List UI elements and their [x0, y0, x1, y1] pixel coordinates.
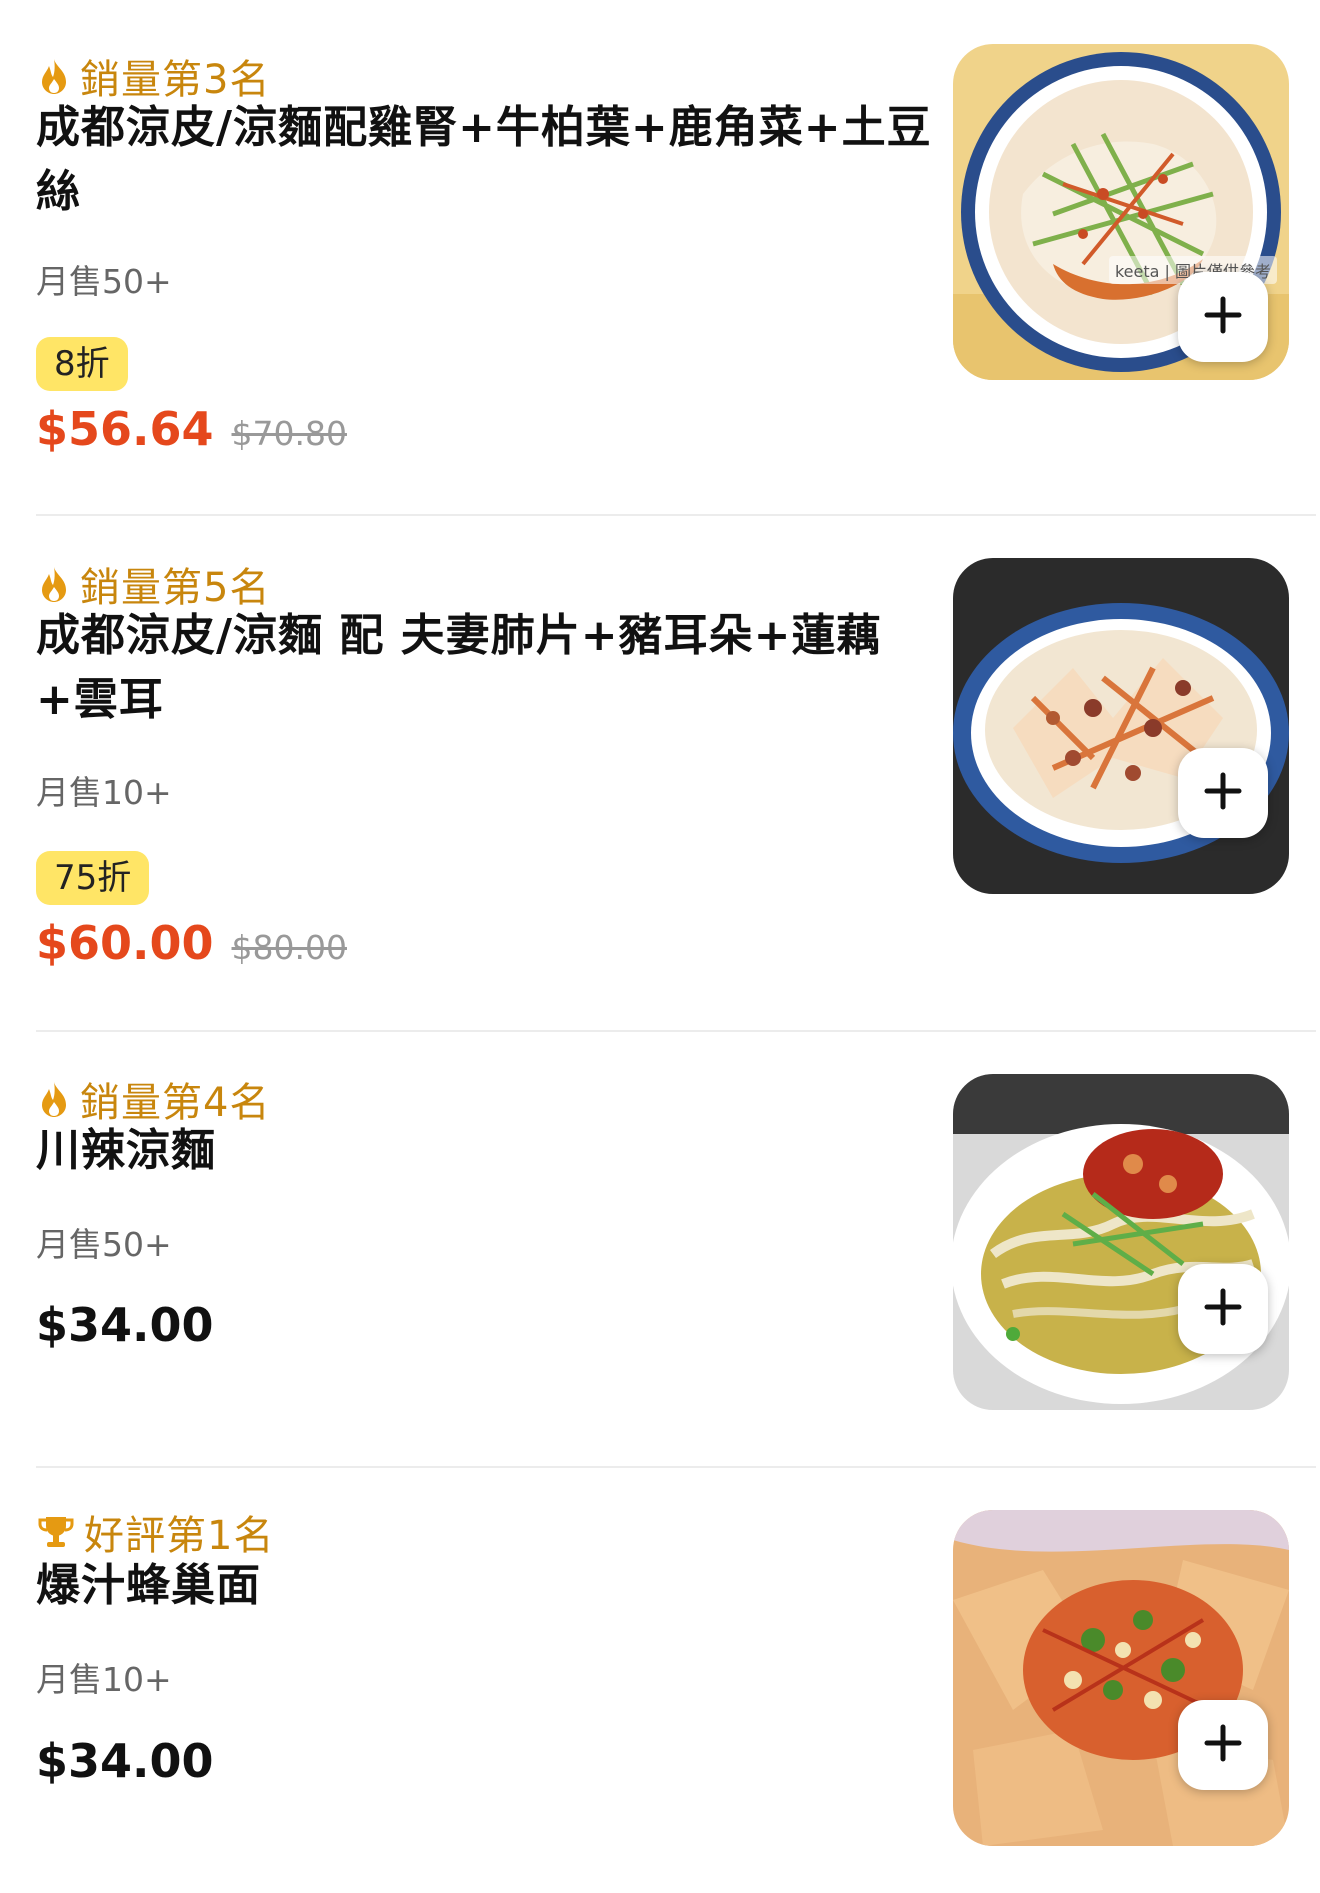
monthly-sales: 月售50+: [36, 1225, 172, 1264]
sale-price: $60.00: [36, 916, 214, 970]
flame-icon: [38, 565, 70, 603]
discount-badge: 75折: [36, 851, 150, 905]
add-to-cart-button[interactable]: [1178, 1264, 1268, 1354]
plus-icon: [1203, 1723, 1243, 1767]
price-row: $34.00: [36, 1298, 214, 1352]
dish-image[interactable]: [953, 558, 1289, 894]
price-row: $56.64 $70.80: [36, 402, 347, 456]
rank-label: 好評第1名: [84, 1513, 275, 1559]
rank-badge: 銷量第5名: [38, 558, 270, 611]
dish-name: 成都涼皮/涼麵 配 夫妻肺片+豬耳朵+蓮藕+雲耳: [36, 610, 882, 725]
dish-image[interactable]: [953, 1074, 1289, 1410]
menu-item[interactable]: 銷量第5名 成都涼皮/涼麵 配 夫妻肺片+豬耳朵+蓮藕+雲耳 月售10+ 75折…: [36, 516, 1316, 1032]
price-row: $34.00: [36, 1734, 214, 1788]
monthly-sales: 月售10+: [36, 773, 172, 812]
add-to-cart-button[interactable]: [1178, 272, 1268, 362]
monthly-sales: 月售50+: [36, 262, 172, 301]
price: $34.00: [36, 1298, 214, 1352]
add-to-cart-button[interactable]: [1178, 1700, 1268, 1790]
rank-badge: 銷量第4名: [38, 1073, 270, 1126]
dish-image[interactable]: [953, 1510, 1289, 1846]
price: $34.00: [36, 1734, 214, 1788]
menu-item[interactable]: 銷量第3名 成都涼皮/涼麵配雞腎+牛柏葉+鹿角菜+土豆絲 月售50+ 8折 $5…: [36, 0, 1316, 516]
price-row: $60.00 $80.00: [36, 916, 347, 970]
plus-icon: [1203, 771, 1243, 815]
menu-item[interactable]: 好評第1名 爆汁蜂巢面 月售10+ $34.00: [36, 1468, 1316, 1893]
plus-icon: [1203, 295, 1243, 339]
menu-list: 銷量第3名 成都涼皮/涼麵配雞腎+牛柏葉+鹿角菜+土豆絲 月售50+ 8折 $5…: [0, 0, 1320, 1893]
original-price: $70.80: [231, 414, 347, 453]
plus-icon: [1203, 1287, 1243, 1331]
add-to-cart-button[interactable]: [1178, 748, 1268, 838]
sale-price: $56.64: [36, 402, 214, 456]
monthly-sales: 月售10+: [36, 1660, 172, 1699]
dish-name: 爆汁蜂巢面: [36, 1560, 261, 1611]
menu-item[interactable]: 銷量第4名 川辣涼麵 月售50+ $34.00: [36, 1032, 1316, 1468]
flame-icon: [38, 57, 70, 95]
original-price: $80.00: [231, 928, 347, 967]
discount-badge: 8折: [36, 337, 128, 391]
rank-badge: 好評第1名: [38, 1506, 275, 1559]
dish-name: 川辣涼麵: [36, 1125, 216, 1176]
rank-badge: 銷量第3名: [38, 50, 270, 103]
dish-name: 成都涼皮/涼麵配雞腎+牛柏葉+鹿角菜+土豆絲: [36, 102, 932, 217]
trophy-icon: [38, 1514, 74, 1550]
flame-icon: [38, 1080, 70, 1118]
